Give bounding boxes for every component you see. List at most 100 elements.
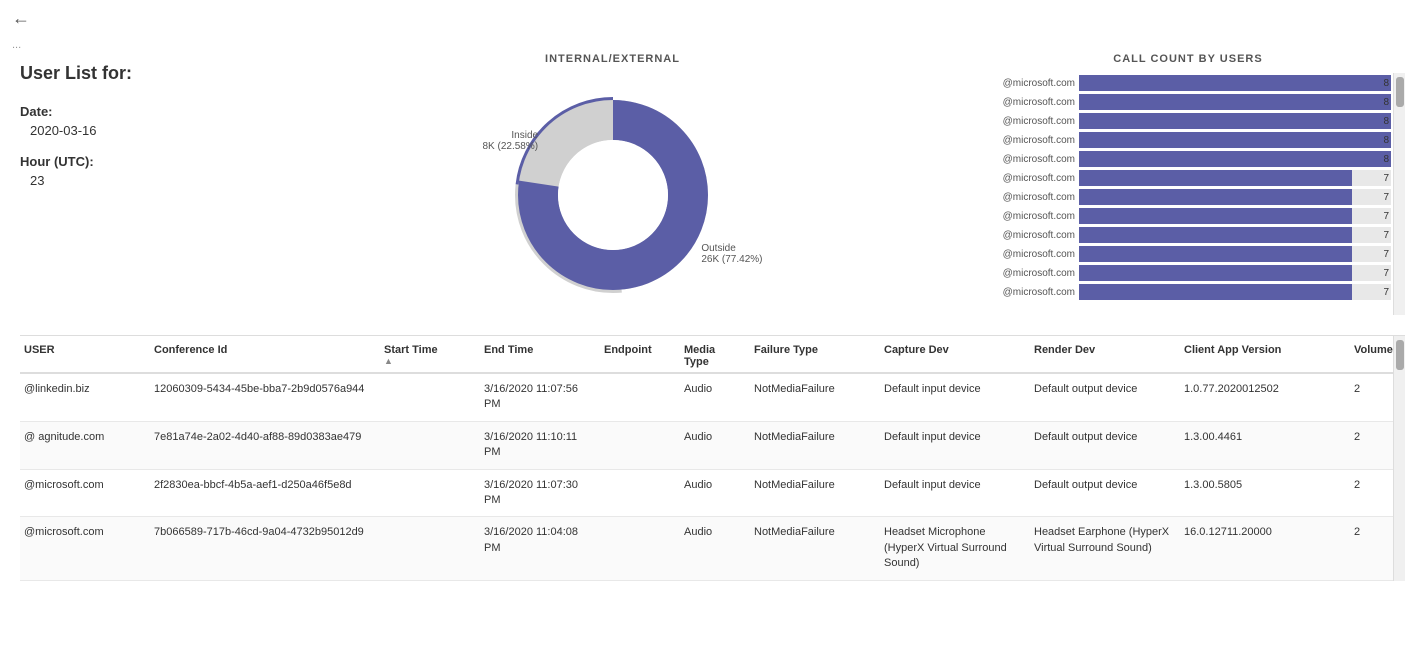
donut-chart-title: INTERNAL/EXTERNAL <box>545 53 680 65</box>
table-cell: Default output device <box>1030 382 1180 413</box>
page-title: User List for: <box>20 63 240 84</box>
donut-chart: Inside 8K (22.58%) Outside 26K (77.42%) <box>493 75 733 315</box>
bar-background: 8 <box>1079 132 1391 148</box>
bar-row: @microsoft.com7 <box>985 208 1391 224</box>
table-header: USER Conference Id Start Time▲ End Time … <box>20 336 1393 374</box>
col-endpoint: Endpoint <box>600 344 680 368</box>
bar-fill <box>1079 189 1352 205</box>
bar-label: @microsoft.com <box>985 173 1075 184</box>
table-cell: Headset Earphone (HyperX Virtual Surroun… <box>1030 525 1180 571</box>
table-cell: @ agnitude.com <box>20 430 150 461</box>
bar-chart-panel: CALL COUNT BY USERS @microsoft.com 8 @micr… <box>985 53 1405 315</box>
col-failure-type: Failure Type <box>750 344 880 368</box>
table-cell <box>600 478 680 509</box>
bar-background: 7 <box>1079 246 1391 262</box>
back-button[interactable]: ← <box>0 0 1425 37</box>
bar-background: 7 <box>1079 227 1391 243</box>
col-render-dev: Render Dev <box>1030 344 1180 368</box>
table-cell: 3/16/2020 11:10:11 PM <box>480 430 600 461</box>
bar-row: @microsoft.com 7 <box>985 170 1391 186</box>
bar-value: 7 <box>1383 189 1389 205</box>
table-cell <box>600 525 680 571</box>
table-cell: NotMediaFailure <box>750 430 880 461</box>
table-cell: 3/16/2020 11:07:56 PM <box>480 382 600 413</box>
bar-value: 8 <box>1383 94 1389 110</box>
bar-value: 8 <box>1383 132 1389 148</box>
inside-label: Inside 8K (22.58%) <box>483 130 539 152</box>
bar-row: @microsoft.com 8 <box>985 151 1391 167</box>
table-body: @linkedin.biz12060309-5434-45be-bba7-2b9… <box>20 374 1393 581</box>
table-cell: Audio <box>680 430 750 461</box>
table-cell: Default input device <box>880 478 1030 509</box>
bar-row: @microsoft.com8 <box>985 94 1391 110</box>
bar-label: @microsoft.com <box>985 135 1075 146</box>
bar-fill <box>1079 227 1352 243</box>
bar-label: @microsoft.com <box>985 249 1075 260</box>
table-cell: Default output device <box>1030 478 1180 509</box>
bar-value: 7 <box>1383 246 1389 262</box>
bar-row: @microsoft.com 8 <box>985 132 1391 148</box>
bar-label: @microsoft.com <box>985 230 1075 241</box>
table-cell <box>1410 525 1422 571</box>
col-conference-id: Conference Id <box>150 344 380 368</box>
bar-value: 8 <box>1383 151 1389 167</box>
table-row: @linkedin.biz12060309-5434-45be-bba7-2b9… <box>20 374 1393 422</box>
bar-label: @microsoft.com <box>985 78 1075 89</box>
scrollbar[interactable] <box>1393 336 1405 581</box>
date-label: Date: <box>20 104 240 119</box>
table-row: @microsoft.com7b066589-717b-46cd-9a04-47… <box>20 517 1393 580</box>
table-row: @microsoft.com2f2830ea-bbcf-4b5a-aef1-d2… <box>20 470 1393 518</box>
table-cell <box>380 382 480 413</box>
bar-background: 8 <box>1079 75 1391 91</box>
table-cell: Default input device <box>880 430 1030 461</box>
bar-row: @microsoft.com 7 <box>985 189 1391 205</box>
table-cell: NotMediaFailure <box>750 382 880 413</box>
table-cell: NotMediaFailure <box>750 478 880 509</box>
table-cell <box>600 382 680 413</box>
table-cell: 7e81a74e-2a02-4d40-af88-89d0383ae479 <box>150 430 380 461</box>
table-cell: @microsoft.com <box>20 525 150 571</box>
bar-background: 7 <box>1079 208 1391 224</box>
bar-label: @microsoft.com <box>985 268 1075 279</box>
col-media-type: MediaType <box>680 344 750 368</box>
table-cell: 3/16/2020 11:04:08 PM <box>480 525 600 571</box>
table-row: @ agnitude.com7e81a74e-2a02-4d40-af88-89… <box>20 422 1393 470</box>
bar-fill <box>1079 75 1391 91</box>
outside-label: Outside 26K (77.42%) <box>701 243 762 265</box>
bar-value: 8 <box>1383 113 1389 129</box>
bar-value: 7 <box>1383 208 1389 224</box>
breadcrumb: ... <box>0 37 1425 53</box>
table-cell: 2f2830ea-bbcf-4b5a-aef1-d250a46f5e8d <box>150 478 380 509</box>
table-cell: @linkedin.biz <box>20 382 150 413</box>
bar-label: @microsoft.com <box>985 154 1075 165</box>
bar-fill <box>1079 151 1391 167</box>
bar-label: @microsoft.com <box>985 287 1075 298</box>
col-end-time: End Time <box>480 344 600 368</box>
table-cell: NotMediaFailure <box>750 525 880 571</box>
table-cell <box>1410 430 1422 461</box>
bar-value: 7 <box>1383 227 1389 243</box>
hour-label: Hour (UTC): <box>20 154 240 169</box>
bar-row: @microsoft.com 7 <box>985 284 1391 300</box>
date-value: 2020-03-16 <box>20 123 240 138</box>
bar-value: 7 <box>1383 284 1389 300</box>
table-cell <box>380 478 480 509</box>
bar-background: 8 <box>1079 113 1391 129</box>
bar-value: 7 <box>1383 265 1389 281</box>
info-panel: User List for: Date: 2020-03-16 Hour (UT… <box>20 53 240 315</box>
bar-fill <box>1079 170 1352 186</box>
bar-chart-title: CALL COUNT BY USERS <box>985 53 1391 65</box>
bar-label: @microsoft.com <box>985 192 1075 203</box>
table-cell: Headset Microphone (HyperX Virtual Surro… <box>880 525 1030 571</box>
table-cell: 1.0.77.2020012502 <box>1180 382 1350 413</box>
bar-value: 8 <box>1383 75 1389 91</box>
bar-background: 7 <box>1079 265 1391 281</box>
col-scrollbar-space <box>1410 344 1422 368</box>
bar-fill <box>1079 208 1352 224</box>
bar-fill <box>1079 113 1391 129</box>
bar-background: 7 <box>1079 170 1391 186</box>
table-cell: 12060309-5434-45be-bba7-2b9d0576a944 <box>150 382 380 413</box>
donut-chart-panel: INTERNAL/EXTERNAL <box>250 53 975 315</box>
col-start-time[interactable]: Start Time▲ <box>380 344 480 368</box>
table-cell: @microsoft.com <box>20 478 150 509</box>
